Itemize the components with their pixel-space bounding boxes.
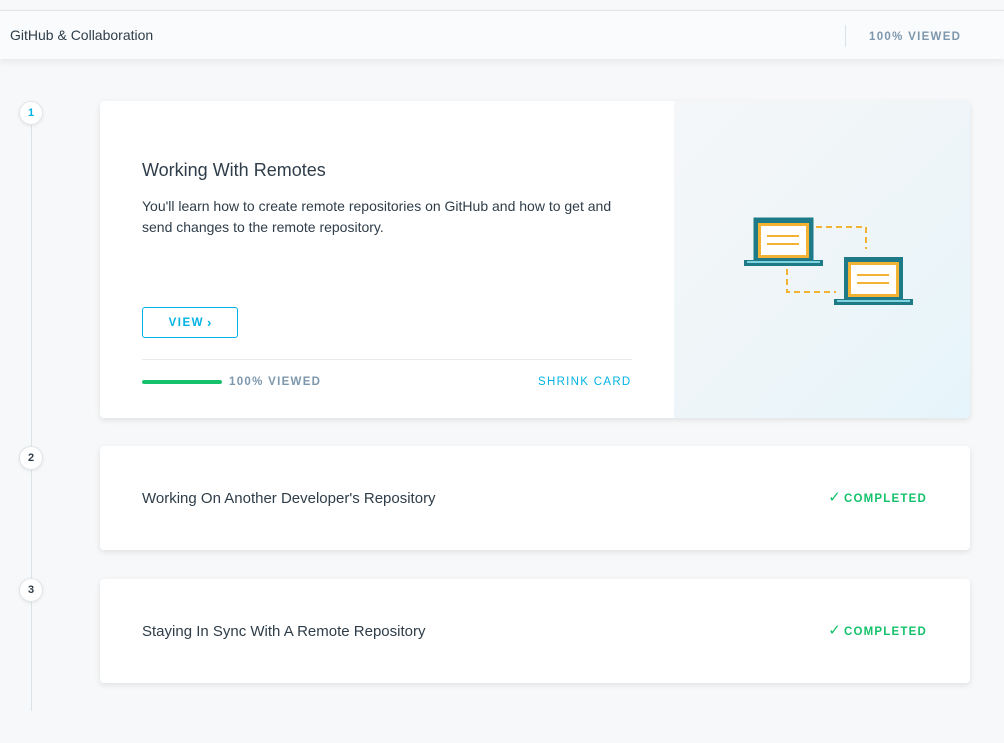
lesson-title: Staying In Sync With A Remote Repository [142, 623, 426, 640]
step-number-3: 3 [19, 578, 43, 602]
shrink-card-button[interactable]: SHRINK CARD [538, 376, 632, 388]
lesson-card-staying-in-sync[interactable]: Staying In Sync With A Remote Repository… [100, 579, 970, 683]
completed-label: COMPLETED [844, 625, 927, 638]
lesson-header-bar: GitHub & Collaboration 100% VIEWED [0, 10, 1004, 59]
progress-bar [142, 380, 222, 384]
completed-badge: ✓ COMPLETED [828, 489, 927, 506]
lesson-card-another-developers-repository[interactable]: Working On Another Developer's Repositor… [100, 446, 970, 550]
completed-label: COMPLETED [844, 492, 927, 505]
check-icon: ✓ [828, 622, 842, 639]
lesson-card-working-with-remotes: Working With Remotes You'll learn how to… [100, 101, 970, 418]
header-divider [845, 25, 846, 47]
course-viewed-status: 100% VIEWED [869, 31, 962, 43]
card-divider [142, 359, 632, 360]
check-icon: ✓ [828, 489, 842, 506]
step-number-1: 1 [19, 101, 43, 125]
view-button[interactable]: VIEW › [142, 307, 238, 338]
laptops-syncing-icon [744, 217, 913, 305]
chevron-right-icon: › [207, 315, 212, 330]
progress-bar-fill [142, 380, 222, 384]
step-number-2: 2 [19, 446, 43, 470]
lesson-illustration [674, 101, 970, 418]
lesson-title: Working With Remotes [142, 160, 326, 180]
lesson-description: You'll learn how to create remote reposi… [142, 198, 612, 235]
timeline-line [31, 113, 32, 711]
course-title: GitHub & Collaboration [10, 27, 154, 43]
lesson-title: Working On Another Developer's Repositor… [142, 490, 436, 507]
completed-badge: ✓ COMPLETED [828, 622, 927, 639]
view-button-label: VIEW [168, 316, 205, 329]
lesson-viewed-status: 100% VIEWED [229, 376, 322, 388]
